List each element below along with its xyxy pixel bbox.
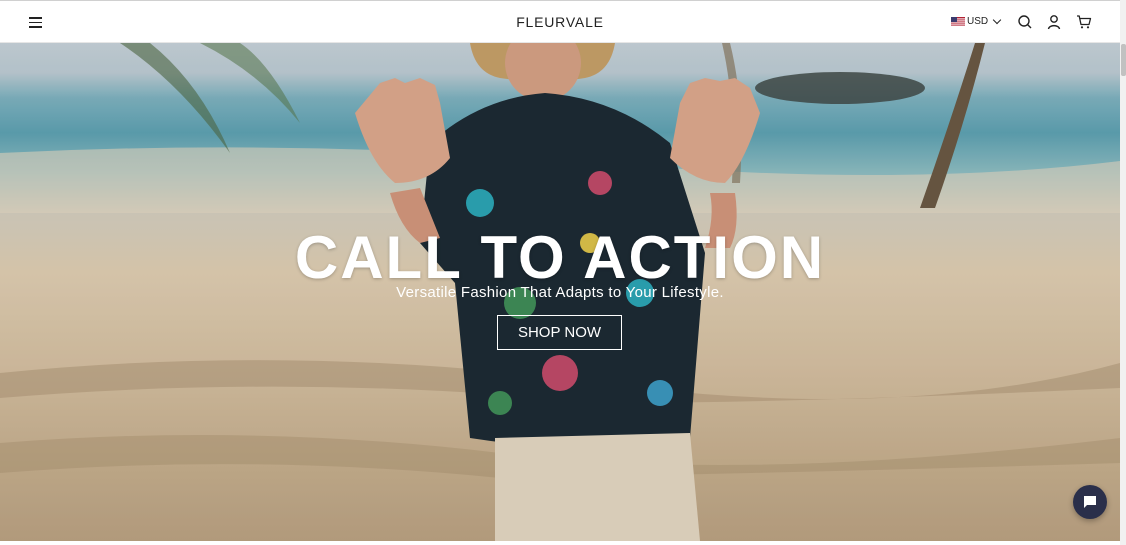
- currency-label: USD: [967, 16, 989, 27]
- scrollbar-thumb[interactable]: [1121, 44, 1126, 76]
- hero-title: CALL TO ACTION: [294, 224, 826, 291]
- currency-selector[interactable]: USD: [951, 15, 1002, 27]
- hero-subtitle: Versatile Fashion That Adapts to Your Li…: [396, 284, 724, 301]
- site-header: FLEURVALE USD: [0, 0, 1120, 43]
- hero-banner: CALL TO ACTION Versatile Fashion That Ad…: [0, 43, 1120, 541]
- chat-icon: [1084, 496, 1096, 508]
- cart-icon[interactable]: [1076, 14, 1092, 30]
- chat-button[interactable]: [1073, 485, 1107, 519]
- account-icon[interactable]: [1046, 14, 1062, 30]
- us-flag-icon: [951, 17, 965, 26]
- chevron-down-icon: [992, 15, 1002, 25]
- shop-now-button[interactable]: SHOP NOW: [497, 315, 622, 350]
- page-scrollbar[interactable]: [1120, 0, 1126, 545]
- search-icon[interactable]: [1017, 14, 1033, 30]
